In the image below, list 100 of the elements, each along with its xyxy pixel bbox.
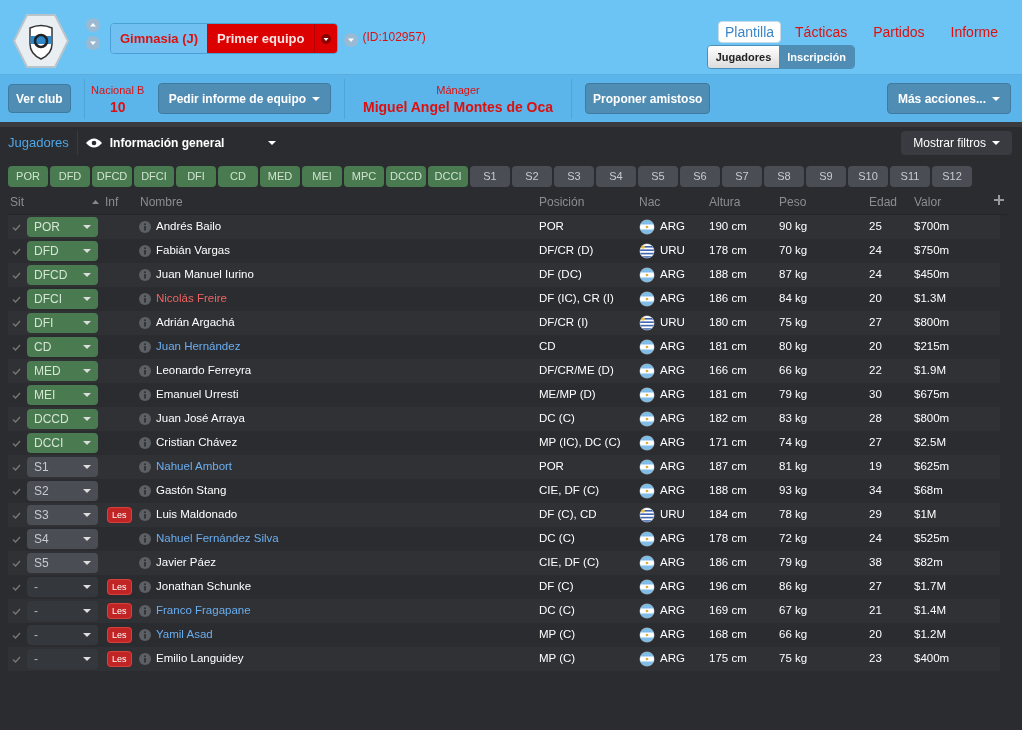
info-icon[interactable] xyxy=(139,653,151,665)
column-header[interactable]: Sit xyxy=(8,192,27,211)
view-club-button[interactable]: Ver club xyxy=(8,84,71,113)
column-header[interactable]: Nombre xyxy=(137,192,539,211)
player-name[interactable]: Luis Maldonado xyxy=(156,506,238,524)
slot-dropdown[interactable]: DFCI xyxy=(27,289,98,309)
slot-dropdown[interactable]: DCCD xyxy=(27,409,98,429)
slot-dropdown[interactable]: - xyxy=(27,601,98,621)
position-chip[interactable]: MED xyxy=(260,166,300,187)
player-name[interactable]: Emilio Languidey xyxy=(156,650,244,668)
position-chip[interactable]: S2 xyxy=(512,166,552,187)
info-icon[interactable] xyxy=(139,581,151,593)
info-icon[interactable] xyxy=(139,461,151,473)
player-name[interactable]: Cristian Chávez xyxy=(156,434,238,452)
position-chip[interactable]: S11 xyxy=(890,166,930,187)
position-chip[interactable]: S10 xyxy=(848,166,888,187)
player-name[interactable]: Fabián Vargas xyxy=(156,242,230,260)
propose-friendly-button[interactable]: Proponer amistoso xyxy=(585,83,711,114)
column-header[interactable]: Altura xyxy=(709,192,779,211)
position-chip[interactable]: S7 xyxy=(722,166,762,187)
info-icon[interactable] xyxy=(139,437,151,449)
player-name[interactable]: Franco Fragapane xyxy=(156,602,251,620)
player-name[interactable]: Nicolás Freire xyxy=(156,290,227,308)
sub-tab[interactable]: Jugadores xyxy=(707,46,780,68)
position-chip[interactable]: S9 xyxy=(806,166,846,187)
info-icon[interactable] xyxy=(139,557,151,569)
position-chip[interactable]: DFCI xyxy=(134,166,174,187)
info-icon[interactable] xyxy=(139,365,151,377)
position-chip[interactable]: CD xyxy=(218,166,258,187)
column-header[interactable]: Valor xyxy=(914,192,1008,211)
info-icon[interactable] xyxy=(139,629,151,641)
slot-dropdown[interactable]: DFCD xyxy=(27,265,98,285)
column-header[interactable]: Inf xyxy=(105,192,137,211)
player-name[interactable]: Yamil Asad xyxy=(156,626,213,644)
position-chip[interactable]: S5 xyxy=(638,166,678,187)
slot-dropdown[interactable]: MEI xyxy=(27,385,98,405)
slot-dropdown[interactable]: - xyxy=(27,625,98,645)
player-name[interactable]: Emanuel Urresti xyxy=(156,386,239,404)
player-name[interactable]: Jonathan Schunke xyxy=(156,578,252,596)
player-name[interactable]: Gastón Stang xyxy=(156,482,227,500)
info-icon[interactable] xyxy=(139,221,151,233)
slot-dropdown[interactable]: DCCI xyxy=(27,433,98,453)
info-icon[interactable] xyxy=(139,245,151,257)
sub-tab[interactable]: Inscripción xyxy=(779,46,854,68)
position-chip[interactable]: DCCI xyxy=(428,166,468,187)
info-icon[interactable] xyxy=(139,533,151,545)
slot-dropdown[interactable]: S5 xyxy=(27,553,98,573)
add-column-icon[interactable] xyxy=(994,195,1004,205)
position-chip[interactable]: POR xyxy=(8,166,48,187)
slot-dropdown[interactable]: MED xyxy=(27,361,98,381)
slot-dropdown[interactable]: S2 xyxy=(27,481,98,501)
show-filters-button[interactable]: Mostrar filtros xyxy=(901,131,1012,155)
info-icon[interactable] xyxy=(139,485,151,497)
slot-dropdown[interactable]: S4 xyxy=(27,529,98,549)
more-actions-button[interactable]: Más acciones... xyxy=(886,83,1011,114)
team-button[interactable]: Primer equipo xyxy=(207,24,315,53)
position-chip[interactable]: DCCD xyxy=(386,166,426,187)
position-chip[interactable]: S1 xyxy=(470,166,510,187)
info-icon[interactable] xyxy=(139,389,151,401)
position-chip[interactable]: DFI xyxy=(176,166,216,187)
team-report-button[interactable]: Pedir informe de equipo xyxy=(157,83,332,114)
position-chip[interactable]: S4 xyxy=(596,166,636,187)
player-name[interactable]: Juan Manuel Iurino xyxy=(156,266,254,284)
player-name[interactable]: Nahuel Fernández Silva xyxy=(156,530,279,548)
position-chip[interactable]: MEI xyxy=(302,166,342,187)
slot-dropdown[interactable]: POR xyxy=(27,217,98,237)
player-name[interactable]: Adrián Argachá xyxy=(156,314,235,332)
slot-dropdown[interactable]: DFI xyxy=(27,313,98,333)
info-icon[interactable] xyxy=(139,293,151,305)
slot-dropdown[interactable]: S3 xyxy=(27,505,98,525)
position-chip[interactable]: S12 xyxy=(932,166,972,187)
column-header[interactable]: Peso xyxy=(779,192,869,211)
position-chip[interactable]: S3 xyxy=(554,166,594,187)
player-name[interactable]: Nahuel Ambort xyxy=(156,458,233,476)
nav-tab[interactable]: Plantilla xyxy=(718,21,782,43)
position-chip[interactable]: S8 xyxy=(764,166,804,187)
player-name[interactable]: Leonardo Ferreyra xyxy=(156,362,252,380)
info-icon[interactable] xyxy=(139,605,151,617)
slot-dropdown[interactable]: DFD xyxy=(27,241,98,261)
position-chip[interactable]: S6 xyxy=(680,166,720,187)
player-name[interactable]: Juan José Arraya xyxy=(156,410,245,428)
view-selector[interactable]: Información general xyxy=(85,134,276,152)
position-chip[interactable]: DFD xyxy=(50,166,90,187)
info-icon[interactable] xyxy=(139,317,151,329)
player-name[interactable]: Javier Páez xyxy=(156,554,217,572)
column-header[interactable]: Nac xyxy=(639,192,709,211)
position-chip[interactable]: DFCD xyxy=(92,166,132,187)
info-icon[interactable] xyxy=(139,413,151,425)
column-header[interactable]: Edad xyxy=(869,192,914,211)
team-dropdown-button[interactable] xyxy=(314,24,338,53)
slot-dropdown[interactable]: - xyxy=(27,577,98,597)
info-icon[interactable] xyxy=(139,269,151,281)
slot-dropdown[interactable]: S1 xyxy=(27,457,98,477)
player-name[interactable]: Andrés Bailo xyxy=(156,218,222,236)
slot-dropdown[interactable]: CD xyxy=(27,337,98,357)
position-chip[interactable]: MPC xyxy=(344,166,384,187)
column-header[interactable]: Posición xyxy=(539,192,639,211)
info-icon[interactable] xyxy=(139,341,151,353)
slot-dropdown[interactable]: - xyxy=(27,649,98,669)
info-icon[interactable] xyxy=(139,509,151,521)
